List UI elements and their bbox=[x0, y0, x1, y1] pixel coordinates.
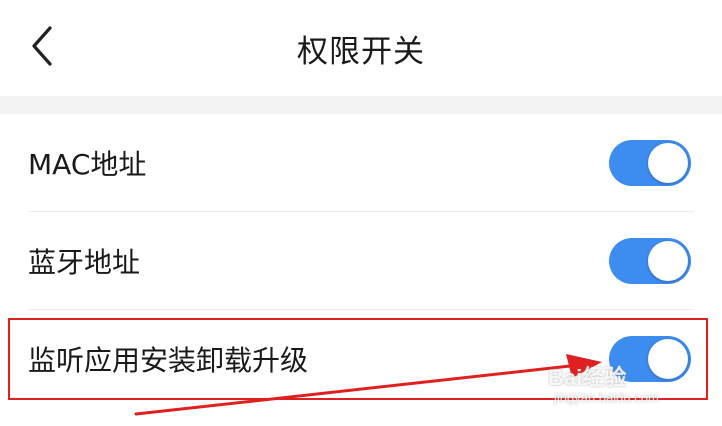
bluetooth-address-toggle[interactable] bbox=[609, 238, 691, 284]
section-gap bbox=[0, 96, 722, 114]
watermark-url: jingyan.baidu.com bbox=[554, 390, 659, 405]
watermark-brand: Bai经验 bbox=[548, 365, 627, 390]
setting-row-bluetooth-address[interactable]: 蓝牙地址 bbox=[0, 212, 722, 310]
toggle-knob bbox=[648, 241, 688, 281]
app-header: 权限开关 bbox=[0, 0, 722, 96]
mac-address-toggle[interactable] bbox=[609, 140, 691, 186]
page-title: 权限开关 bbox=[297, 34, 425, 70]
toggle-knob bbox=[648, 143, 688, 183]
watermark: Bai经验 jingyan.baidu.com bbox=[548, 358, 698, 414]
setting-label: 蓝牙地址 bbox=[28, 246, 141, 279]
setting-label: MAC地址 bbox=[28, 148, 147, 181]
setting-row-mac-address[interactable]: MAC地址 bbox=[0, 114, 722, 212]
